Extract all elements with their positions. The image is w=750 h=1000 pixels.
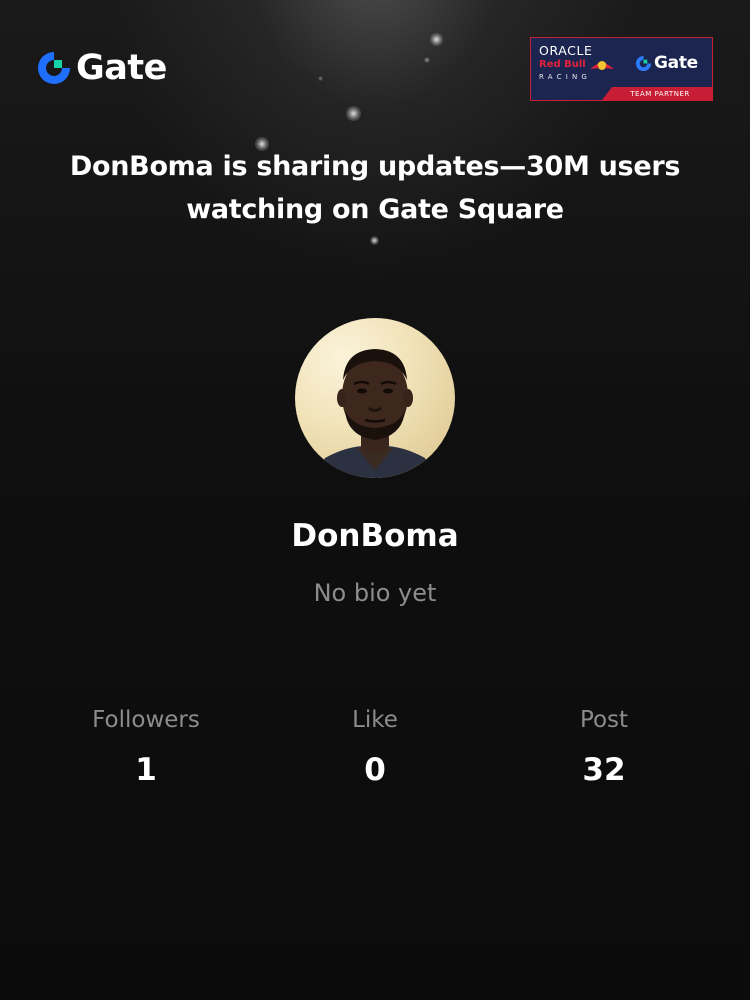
stat-label: Post: [579, 707, 629, 733]
racing-text: RACING: [539, 73, 592, 81]
redbull-text-row: Red Bull: [539, 59, 631, 71]
team-partner-strip: TEAM PARTNER: [602, 87, 712, 100]
sparkle-decoration: [370, 236, 379, 245]
stat-value: 32: [582, 752, 626, 788]
sparkle-decoration: [430, 33, 443, 46]
stat-like: Like 0: [255, 700, 495, 791]
partner-gate-logo: Gate: [635, 53, 698, 73]
partner-badge: ORACLE Red Bull RACING Gate TEAM PARTNER: [530, 37, 713, 101]
stat-value: 1: [135, 752, 157, 788]
stat-followers: Followers 1: [26, 700, 266, 791]
oracle-text: ORACLE: [539, 43, 593, 58]
profile-stats: Followers 1 Like 0 Post 32: [0, 700, 750, 800]
team-partner-text: TEAM PARTNER: [630, 89, 690, 98]
redbull-text: Red Bull: [539, 59, 586, 70]
share-card: Gate ORACLE Red Bull RACING Gate TEAM PA…: [0, 0, 750, 1000]
stat-label: Followers: [92, 707, 200, 733]
bull-icon: [589, 60, 614, 70]
stat-value: 0: [364, 752, 386, 788]
gate-logo: Gate: [36, 48, 167, 88]
stat-label: Like: [352, 707, 398, 733]
gate-logo-icon: [38, 52, 70, 84]
sparkle-decoration: [346, 106, 361, 121]
oracle-redbull-logo: ORACLE Red Bull RACING: [539, 44, 631, 82]
stat-post: Post 32: [484, 700, 724, 791]
sparkle-decoration: [318, 76, 323, 81]
partner-gate-text: Gate: [654, 53, 698, 73]
sparkle-decoration: [424, 57, 430, 63]
profile-bio: No bio yet: [313, 579, 437, 607]
gate-logo-text: Gate: [76, 48, 167, 88]
gate-logo-icon: [635, 55, 652, 71]
user-avatar-photo: [295, 318, 455, 478]
profile-username: DonBoma: [291, 518, 459, 554]
avatar: [295, 318, 455, 478]
share-headline: DonBoma is sharing updates—30M users wat…: [69, 151, 681, 225]
